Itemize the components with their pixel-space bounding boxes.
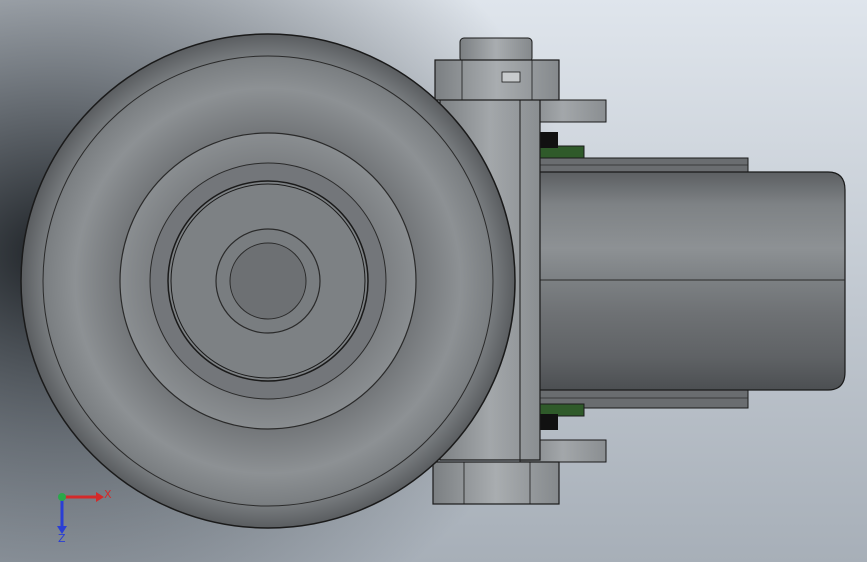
lower-bushing xyxy=(540,414,558,430)
cad-viewport[interactable]: X Z xyxy=(0,0,867,562)
triad-z-label: Z xyxy=(58,532,66,545)
main-wheel xyxy=(20,33,516,529)
upper-bushing xyxy=(540,132,558,148)
triad-x-label: X xyxy=(104,488,112,501)
bottom-axle-nut xyxy=(432,461,560,505)
y-axis-dot xyxy=(58,493,66,501)
side-wheel xyxy=(537,157,846,409)
